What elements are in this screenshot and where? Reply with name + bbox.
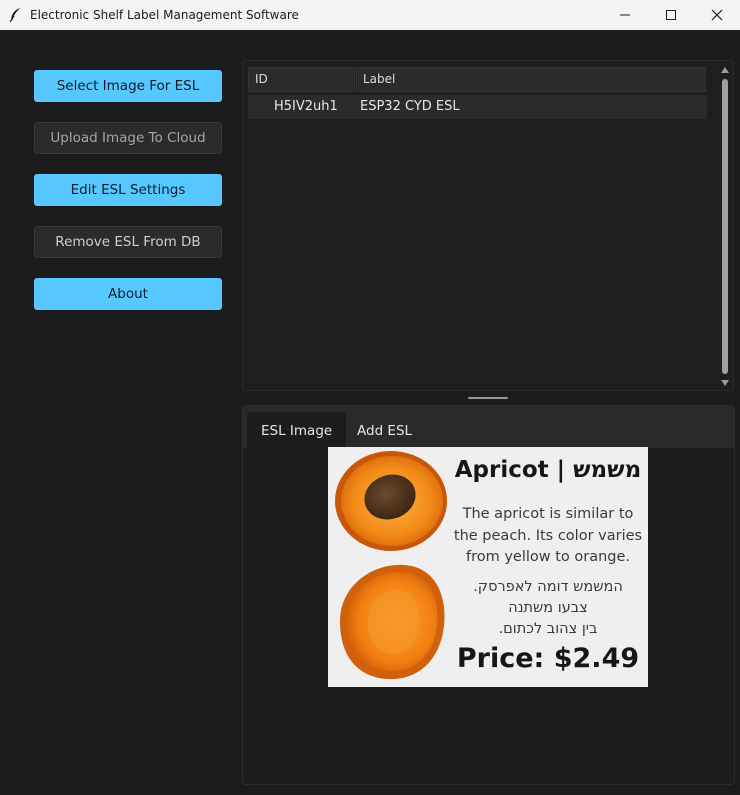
select-image-button[interactable]: Select Image For ESL [34,70,222,102]
tab-esl-image[interactable]: ESL Image [247,412,347,448]
maximize-icon [666,10,676,20]
table-row[interactable]: H5IV2uh1 ESP32 CYD ESL [248,95,707,119]
close-icon [711,9,723,21]
maximize-button[interactable] [648,0,694,30]
upload-image-button[interactable]: Upload Image To Cloud [34,122,222,154]
feather-icon [9,8,20,23]
minimize-button[interactable] [602,0,648,30]
pane-divider-handle[interactable] [468,397,508,399]
close-button[interactable] [694,0,740,30]
title-bar: Electronic Shelf Label Management Softwa… [0,0,740,30]
description-line: the peach. Its color varies [453,527,643,544]
product-name: Apricot | משמש [454,457,642,483]
english-description: The apricot is similar to the peach. Its… [448,504,648,569]
description-line: from yellow to orange. [465,549,631,565]
apricot-image [335,451,447,680]
column-header-label[interactable]: Label [356,67,706,92]
esl-image-preview: Apricot | משמש The apricot is similar to… [328,447,648,687]
cell-label: ESP32 CYD ESL [360,99,460,114]
esl-table: ID Label H5IV2uh1 ESP32 CYD ESL [242,60,734,391]
tab-add-esl[interactable]: Add ESL [343,412,426,448]
edit-settings-button[interactable]: Edit ESL Settings [34,174,222,206]
description-line: צבעו משתנה [508,600,588,616]
hebrew-description: המשמש דומה לאפרסק. צבעו משתנה בין צהוב ל… [448,577,648,640]
description-line: The apricot is similar to [462,506,634,522]
scroll-thumb[interactable] [722,79,728,374]
description-line: המשמש דומה לאפרסק. [473,579,623,595]
scroll-down-icon[interactable] [721,380,729,386]
minimize-icon [620,14,630,16]
description-line: בין צהוב לכתום. [498,621,598,637]
tab-bar: ESL Image Add ESL [243,406,734,448]
column-header-id[interactable]: ID [248,67,355,92]
window-title: Electronic Shelf Label Management Softwa… [30,8,299,22]
remove-esl-button[interactable]: Remove ESL From DB [34,226,222,258]
scroll-up-icon[interactable] [721,67,729,73]
price-label: Price: $2.49 [456,643,640,674]
vertical-scrollbar[interactable] [719,64,731,389]
cell-id: H5IV2uh1 [274,99,338,114]
about-button[interactable]: About [34,278,222,310]
